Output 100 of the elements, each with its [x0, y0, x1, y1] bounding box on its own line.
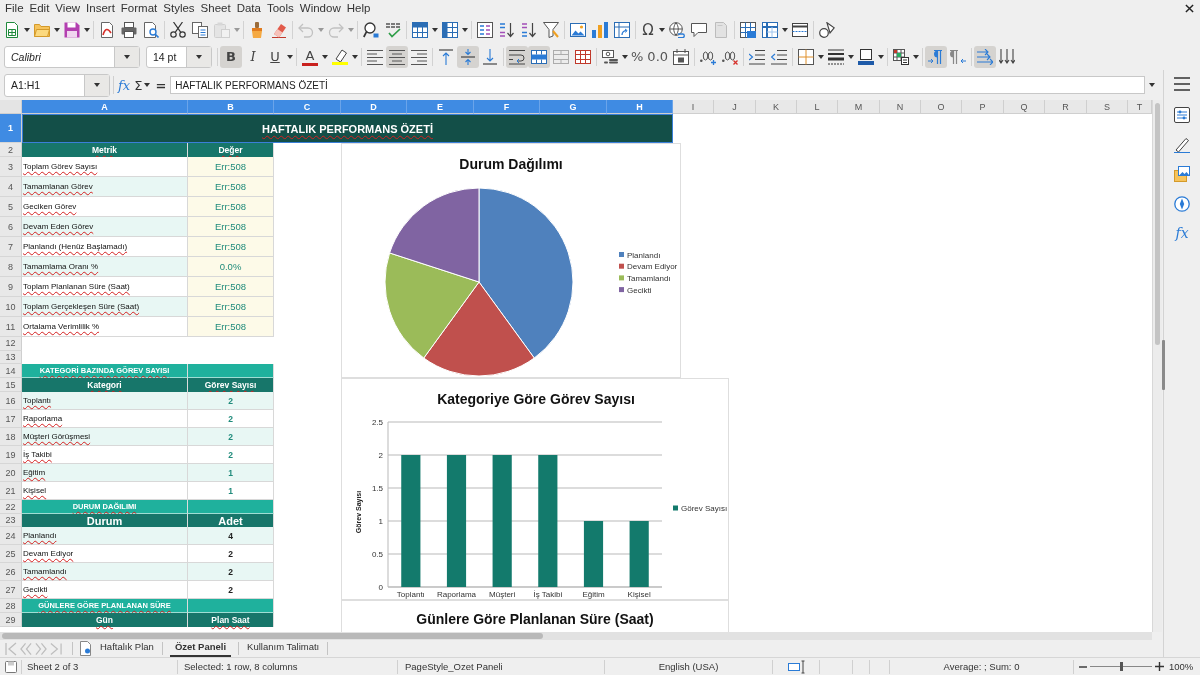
menu-item[interactable]: Sheet [197, 1, 234, 16]
italic-button[interactable]: I [242, 45, 264, 68]
row-header[interactable]: 18 [0, 428, 22, 446]
row-header[interactable]: 24 [0, 527, 22, 545]
column-header[interactable]: D [341, 100, 407, 114]
caret-icon[interactable] [622, 54, 628, 59]
globe-link-icon[interactable] [669, 22, 685, 38]
column-header[interactable]: G [540, 100, 607, 114]
properties-icon[interactable] [1174, 107, 1190, 123]
menu-item[interactable]: Insert [83, 1, 118, 16]
column-header[interactable]: Q [1004, 100, 1045, 114]
column-header[interactable]: E [407, 100, 474, 114]
column-header[interactable]: I [673, 100, 714, 114]
caret-icon[interactable] [818, 54, 825, 59]
menu-item[interactable]: Window [296, 1, 344, 16]
copy-icon[interactable] [192, 22, 208, 38]
search-icon[interactable] [363, 22, 379, 38]
pivot-table-icon[interactable] [614, 22, 630, 38]
caret-icon[interactable] [432, 28, 438, 32]
valign-center-button[interactable] [457, 45, 479, 68]
row-header[interactable]: 6 [0, 217, 22, 237]
menu-item[interactable]: Edit [26, 1, 53, 16]
caret-icon[interactable] [848, 54, 855, 59]
banknote-coins-icon[interactable] [602, 48, 618, 65]
gallery-icon[interactable] [1174, 166, 1190, 182]
speech-bubble-icon[interactable] [691, 22, 707, 38]
funnel-icon[interactable] [543, 22, 559, 38]
menu-item[interactable]: File [2, 1, 27, 16]
name-box[interactable]: A1:H1 [4, 73, 110, 97]
special-character-button[interactable]: Ω [638, 19, 658, 41]
caret-icon[interactable] [913, 54, 920, 59]
add-decimal-icon[interactable] [700, 48, 717, 65]
menu-item[interactable]: Styles [160, 1, 198, 16]
number-format-button[interactable]: 0.0 [645, 45, 671, 68]
highlighted-grid-icon[interactable] [893, 48, 910, 65]
column-header[interactable]: O [921, 100, 962, 114]
pen-icon[interactable] [1174, 136, 1190, 153]
row-header[interactable]: 7 [0, 237, 22, 257]
page-magnifier-icon[interactable] [143, 22, 159, 38]
zoom-level[interactable]: 100% [1169, 661, 1194, 672]
column-header[interactable]: H [607, 100, 673, 114]
row-header[interactable]: 26 [0, 563, 22, 581]
delete-decimal-icon[interactable] [722, 48, 739, 65]
column-header[interactable]: C [274, 100, 341, 114]
row-header[interactable]: 8 [0, 257, 22, 277]
font-color-button[interactable]: A [302, 47, 318, 66]
row-header[interactable]: 10 [0, 297, 22, 317]
column-header[interactable]: B [188, 100, 274, 114]
paintbrush-icon[interactable] [249, 22, 265, 38]
row-header[interactable]: 19 [0, 446, 22, 464]
row-header[interactable]: 16 [0, 392, 22, 410]
row-header[interactable]: 28 [0, 599, 22, 613]
bar-chart-icon[interactable] [592, 22, 608, 38]
formula-input[interactable]: HAFTALIK PERFORMANS ÖZETİ [170, 76, 1146, 94]
horizontal-scrollbar[interactable] [0, 632, 1152, 640]
scissors-icon[interactable] [170, 22, 186, 38]
increase-indent-icon[interactable] [749, 48, 766, 65]
column-header[interactable]: F [474, 100, 540, 114]
sheet-tab[interactable]: Özet Paneli [169, 640, 232, 657]
vertical-scrollbar[interactable] [1152, 100, 1162, 632]
menu-item[interactable]: Data [233, 1, 264, 16]
highlighter-icon[interactable] [332, 48, 348, 65]
decrease-indent-icon[interactable] [771, 48, 788, 65]
caret-icon[interactable] [322, 54, 328, 59]
merge-cells-icon[interactable] [553, 48, 569, 65]
row-header[interactable]: 25 [0, 545, 22, 563]
column-header[interactable]: T [1128, 100, 1152, 114]
row-header[interactable]: 4 [0, 177, 22, 197]
formula-button[interactable]: = [154, 77, 168, 93]
shapes-icon[interactable] [819, 22, 835, 38]
ltr-paragraph-button[interactable] [925, 45, 948, 68]
font-name-combobox[interactable]: Calibri [4, 45, 140, 68]
caret-icon[interactable] [782, 28, 788, 32]
sum-button[interactable]: Σ [133, 77, 144, 93]
caret-icon[interactable] [462, 28, 468, 32]
underline-button[interactable]: U [264, 45, 286, 68]
row-header[interactable]: 5 [0, 197, 22, 217]
menu-item[interactable]: Format [117, 1, 161, 16]
image-icon[interactable] [570, 22, 586, 38]
menu-icon[interactable] [1174, 76, 1190, 92]
text-check-icon[interactable] [385, 22, 401, 38]
compass-icon[interactable] [1174, 195, 1190, 212]
grid-selection-icon[interactable] [740, 22, 756, 38]
row-header[interactable]: 17 [0, 410, 22, 428]
row-header[interactable]: 12 [0, 337, 22, 351]
row-header[interactable]: 11 [0, 317, 22, 337]
row-header[interactable]: 21 [0, 482, 22, 500]
row-header[interactable]: 3 [0, 157, 22, 177]
caret-icon[interactable] [54, 28, 60, 32]
column-header[interactable]: A [22, 100, 188, 114]
document-swoosh-icon[interactable] [99, 22, 115, 38]
row-header[interactable]: 20 [0, 464, 22, 482]
scrollbar-thumb[interactable] [2, 633, 543, 639]
column-header[interactable]: R [1045, 100, 1087, 114]
row-header[interactable]: 9 [0, 277, 22, 297]
close-icon[interactable] [1185, 4, 1194, 13]
row-header[interactable]: 1 [0, 114, 22, 143]
caret-icon[interactable] [144, 83, 151, 87]
column-header[interactable]: M [838, 100, 880, 114]
freeze-panes-icon[interactable] [762, 22, 778, 38]
